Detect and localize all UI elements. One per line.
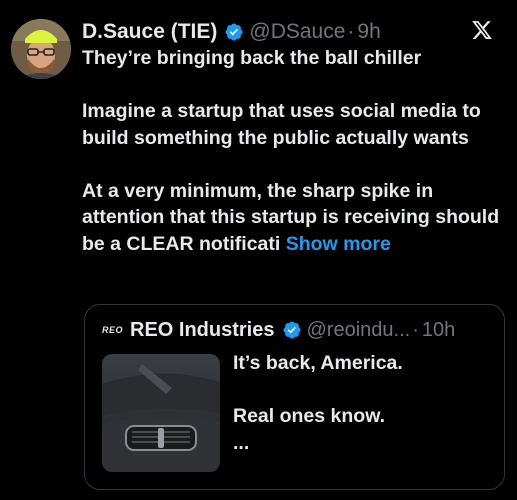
x-logo-icon[interactable] xyxy=(471,19,493,41)
tweet-timestamp[interactable]: 9h xyxy=(357,20,380,44)
quoted-tweet-header: REO REO Industries @reoindu... · 10h xyxy=(102,317,455,343)
show-more-link[interactable]: Show more xyxy=(286,233,391,255)
quoted-tweet-paragraph: It’s back, America. xyxy=(233,352,403,374)
author-display-name[interactable]: D.Sauce (TIE) xyxy=(82,20,217,44)
quoted-tweet-body: It’s back, America. Real ones know. ... xyxy=(233,350,483,456)
tweet-header: D.Sauce (TIE) @DSauce · 9h xyxy=(82,18,381,46)
author-handle[interactable]: @DSauce xyxy=(249,20,345,44)
dot-separator: · xyxy=(347,20,355,43)
reo-logo: REO xyxy=(102,325,124,335)
author-avatar[interactable] xyxy=(11,19,71,79)
quoted-tweet-card[interactable]: REO REO Industries @reoindu... · 10h It’… xyxy=(84,304,505,490)
tweet-paragraph: Imagine a startup that uses social media… xyxy=(82,100,481,149)
quoted-author-display-name[interactable]: REO Industries xyxy=(130,319,274,342)
tweet-body: They’re bringing back the ball chiller I… xyxy=(82,45,502,257)
quoted-author-handle[interactable]: @reoindu... xyxy=(307,319,411,342)
quoted-tweet-image[interactable] xyxy=(102,354,220,472)
tweet-paragraph: At a very minimum, the sharp spike in at… xyxy=(82,178,502,258)
quoted-tweet-ellipsis: ... xyxy=(233,431,250,454)
verified-badge-icon xyxy=(224,22,244,42)
verified-badge-icon xyxy=(282,320,302,340)
quoted-tweet-paragraph: Real ones know. xyxy=(233,405,386,427)
tweet-paragraph: They’re bringing back the ball chiller xyxy=(82,47,422,69)
avatar-image xyxy=(11,19,71,79)
dot-separator: · xyxy=(412,318,419,341)
car-vent-image xyxy=(102,354,220,472)
quoted-tweet-timestamp[interactable]: 10h xyxy=(422,319,455,342)
